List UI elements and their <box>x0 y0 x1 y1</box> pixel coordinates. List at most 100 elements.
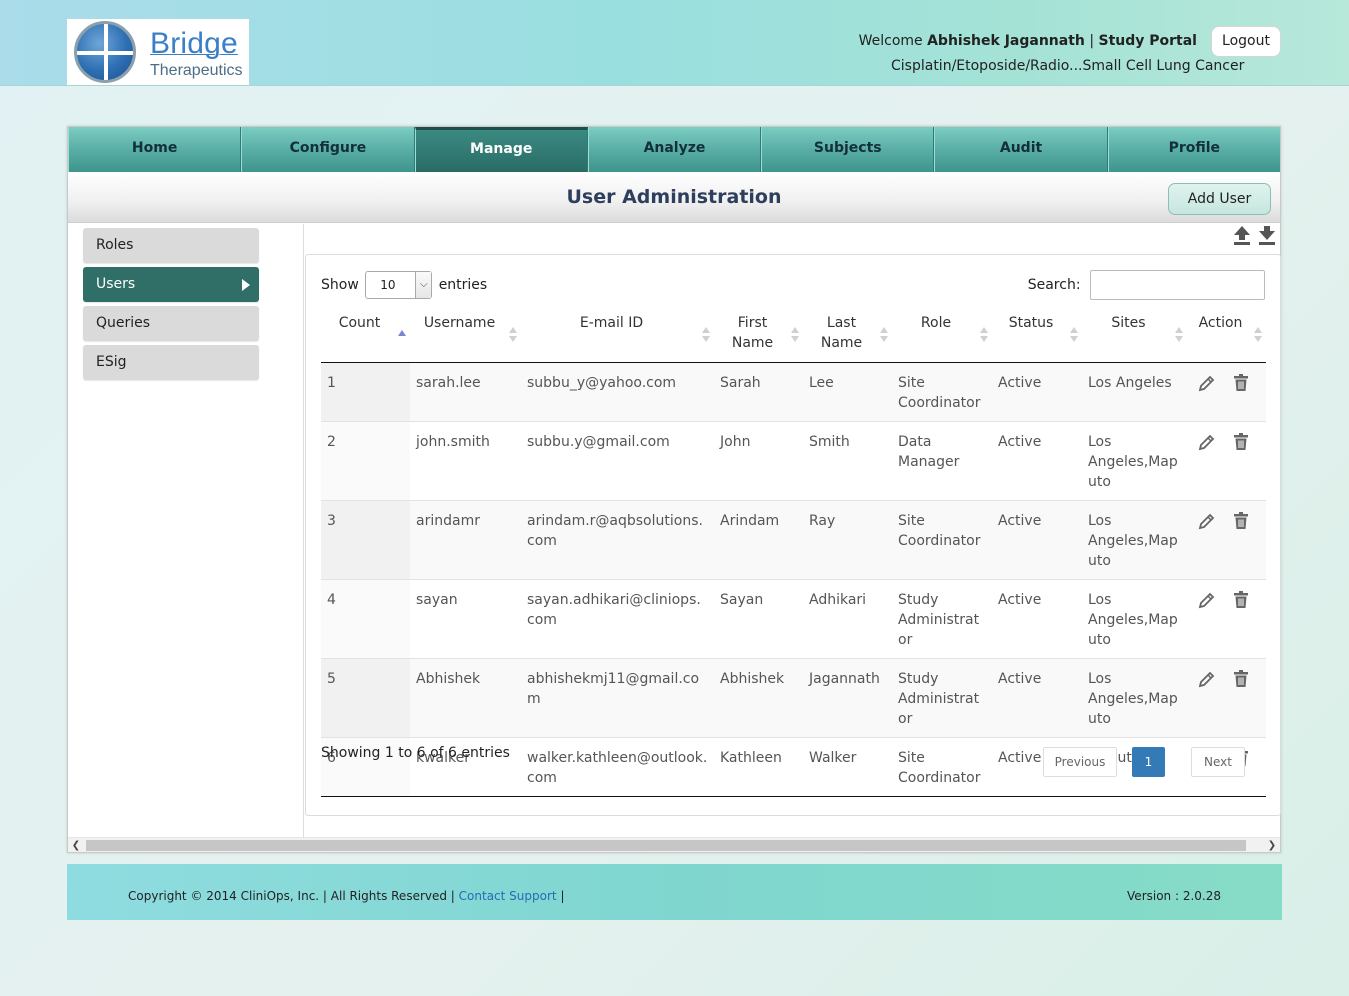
edit-pencil-icon[interactable] <box>1197 373 1217 393</box>
cell-role: Site Coordinator <box>892 499 992 579</box>
welcome-separator: | <box>1089 33 1095 49</box>
cell-email: sayan.adhikari@cliniops.com <box>521 578 714 658</box>
sort-icon <box>1254 327 1262 343</box>
nav-analyze[interactable]: Analyze <box>587 127 762 172</box>
show-label: Show <box>321 277 359 293</box>
scroll-right-arrow-icon[interactable]: ❯ <box>1264 838 1280 853</box>
column-header-count[interactable]: Count <box>321 313 410 363</box>
cell-sites: Los Angeles,Maputo <box>1082 499 1187 579</box>
scroll-left-arrow-icon[interactable]: ❮ <box>68 838 84 853</box>
sort-icon <box>791 327 799 343</box>
column-header-sites[interactable]: Sites <box>1082 313 1187 363</box>
cell-username: Abhishek <box>410 657 521 737</box>
nav-home[interactable]: Home <box>68 127 242 172</box>
sort-icon <box>1175 327 1183 343</box>
sidebar-item-label: Users <box>96 276 136 292</box>
cell-sites: Los Angeles,Maputo <box>1082 578 1187 658</box>
sidebar-item-queries[interactable]: Queries <box>83 306 259 341</box>
cell-last-name: Jagannath <box>803 657 892 737</box>
cell-first-name: Kathleen <box>714 736 803 797</box>
column-header-first-name[interactable]: First Name <box>714 313 803 363</box>
contact-support-link[interactable]: Contact Support <box>459 889 557 903</box>
sort-icon <box>1070 327 1078 343</box>
download-icon[interactable] <box>1258 225 1276 245</box>
footer-copyright: Copyright © 2014 CliniOps, Inc. | All Ri… <box>128 889 565 903</box>
cell-last-name: Lee <box>803 361 892 421</box>
cell-count: 2 <box>321 420 410 500</box>
sort-icon <box>509 327 517 343</box>
cell-first-name: Abhishek <box>714 657 803 737</box>
edit-pencil-icon[interactable] <box>1197 432 1217 452</box>
cell-role: Data Manager <box>892 420 992 500</box>
page-title-bar: User Administration Add User <box>68 172 1280 223</box>
sidebar-item-roles[interactable]: Roles <box>83 228 259 263</box>
column-header-status[interactable]: Status <box>992 313 1082 363</box>
cell-last-name: Ray <box>803 499 892 579</box>
users-table: Count Username E-mail ID First Name Last… <box>321 313 1266 797</box>
nav-profile[interactable]: Profile <box>1107 127 1280 172</box>
scrollbar-thumb[interactable] <box>86 840 1246 851</box>
nav-configure[interactable]: Configure <box>241 127 415 172</box>
cell-email: subbu.y@gmail.com <box>521 420 714 500</box>
main-nav: Home Configure Manage Analyze Subjects A… <box>68 127 1280 172</box>
page-size-value: 10 <box>380 278 396 292</box>
logo-globe-icon <box>74 21 136 83</box>
cell-sites: Los Angeles <box>1082 361 1187 421</box>
cell-sites: Los Angeles,Maputo <box>1082 657 1187 737</box>
nav-manage[interactable]: Manage <box>414 127 588 172</box>
delete-trash-icon[interactable] <box>1231 669 1251 689</box>
copyright-text: Copyright © 2014 CliniOps, Inc. | All Ri… <box>128 889 455 903</box>
cell-action <box>1187 420 1266 500</box>
upload-icon[interactable] <box>1233 225 1251 245</box>
edit-pencil-icon[interactable] <box>1197 669 1217 689</box>
sort-icon <box>980 327 988 343</box>
welcome-line: Welcome Abhishek Jagannath | Study Porta… <box>859 33 1197 49</box>
column-header-username[interactable]: Username <box>410 313 521 363</box>
sort-ascending-icon <box>398 330 406 346</box>
nav-subjects[interactable]: Subjects <box>761 127 935 172</box>
column-header-last-name[interactable]: Last Name <box>803 313 892 363</box>
cell-count: 3 <box>321 499 410 579</box>
delete-trash-icon[interactable] <box>1231 373 1251 393</box>
logo-name: Bridge <box>150 27 238 60</box>
cell-last-name: Adhikari <box>803 578 892 658</box>
delete-trash-icon[interactable] <box>1231 432 1251 452</box>
delete-trash-icon[interactable] <box>1231 590 1251 610</box>
bridge-therapeutics-logo[interactable]: Bridge Therapeutics <box>67 19 249 85</box>
column-header-email[interactable]: E-mail ID <box>521 313 714 363</box>
sidebar-item-users[interactable]: Users <box>83 267 259 302</box>
import-export-toolbar <box>1233 225 1283 247</box>
table-row: 2 john.smith subbu.y@gmail.com John Smit… <box>321 420 1266 500</box>
page-size-select[interactable]: 10 ⌵ <box>365 271 433 299</box>
add-user-button[interactable]: Add User <box>1168 183 1271 215</box>
edit-pencil-icon[interactable] <box>1197 511 1217 531</box>
delete-trash-icon[interactable] <box>1231 511 1251 531</box>
cell-username: john.smith <box>410 420 521 500</box>
app-header: Bridge Therapeutics Welcome Abhishek Jag… <box>0 0 1349 86</box>
page-1-button[interactable]: 1 <box>1132 747 1165 777</box>
nav-audit[interactable]: Audit <box>934 127 1108 172</box>
table-header-row: Count Username E-mail ID First Name Last… <box>321 313 1266 363</box>
cell-status: Active <box>992 361 1082 421</box>
entries-label: entries <box>438 277 488 293</box>
cell-action <box>1187 361 1266 421</box>
cell-first-name: John <box>714 420 803 500</box>
cell-status: Active <box>992 657 1082 737</box>
sidebar-item-esig[interactable]: ESig <box>83 345 259 380</box>
cell-sites: Los Angeles,Maputo <box>1082 420 1187 500</box>
horizontal-scrollbar[interactable]: ❮ ❯ <box>68 837 1280 852</box>
table-row: 5 Abhishek abhishekmj11@gmail.com Abhish… <box>321 657 1266 737</box>
cell-first-name: Sarah <box>714 361 803 421</box>
cell-action <box>1187 578 1266 658</box>
cell-role: Site Coordinator <box>892 361 992 421</box>
sidebar-item-label: Queries <box>96 315 151 331</box>
page-size-control: Show 10 ⌵ entries <box>321 271 487 299</box>
previous-page-button[interactable]: Previous <box>1043 747 1117 777</box>
cell-email: abhishekmj11@gmail.com <box>521 657 714 737</box>
column-header-role[interactable]: Role <box>892 313 992 363</box>
edit-pencil-icon[interactable] <box>1197 590 1217 610</box>
search-input[interactable] <box>1090 270 1265 300</box>
next-page-button[interactable]: Next <box>1191 747 1245 777</box>
column-header-action[interactable]: Action <box>1187 313 1266 363</box>
logout-button[interactable]: Logout <box>1211 26 1281 57</box>
